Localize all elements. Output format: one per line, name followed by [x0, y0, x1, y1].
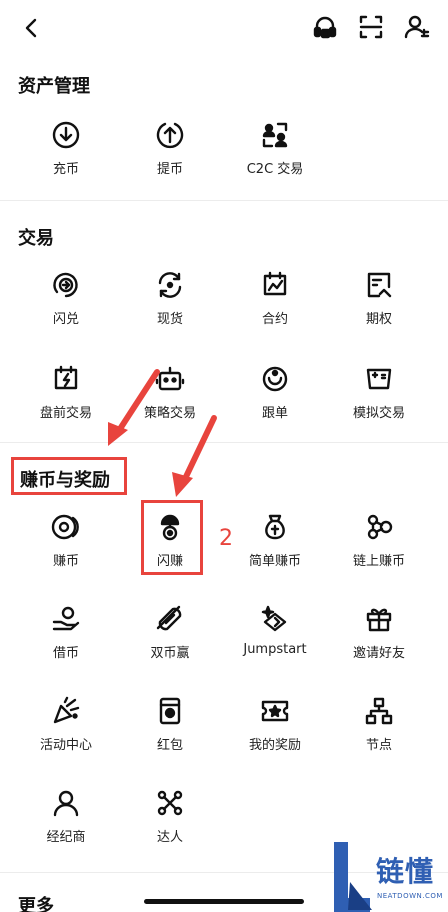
red-packet-icon	[159, 697, 181, 725]
section-title-trade: 交易	[18, 228, 54, 249]
node-icon	[365, 697, 393, 725]
menu-item-futures[interactable]: 合约	[223, 270, 327, 340]
jumpstart-icon	[261, 605, 287, 632]
reward-ticket-icon	[261, 700, 289, 722]
watermark-logo: 链懂 NEATDOWN.COM	[334, 842, 448, 912]
expert-icon	[157, 790, 183, 816]
menu-item-label: 简单赚币	[248, 554, 301, 569]
menu-item-label: 现货	[156, 312, 183, 327]
futures-icon	[263, 271, 287, 296]
menu-item-simple-earn[interactable]: 简单赚币	[223, 512, 327, 582]
premarket-icon	[54, 365, 78, 390]
convert-icon	[53, 272, 78, 298]
highlight-box-flash-earn	[141, 500, 203, 575]
demo-trade-icon	[366, 368, 392, 390]
menu-item-red-packet[interactable]: 红包	[118, 696, 222, 766]
menu-item-label: 跟单	[261, 406, 288, 421]
gift-icon	[366, 608, 392, 632]
menu-item-label: 我的奖励	[248, 738, 301, 753]
menu-item-label: 邀请好友	[352, 646, 405, 661]
menu-item-label: 期权	[365, 312, 392, 327]
c2c-icon	[262, 122, 288, 148]
broker-icon	[53, 790, 79, 817]
options-icon	[367, 272, 392, 298]
simple-earn-icon	[265, 514, 285, 540]
menu-item-convert[interactable]: 闪兑	[14, 270, 118, 340]
menu-item-withdraw[interactable]: 提币	[118, 120, 222, 190]
menu-item-my-rewards[interactable]: 我的奖励	[223, 696, 327, 766]
highlight-box-section	[11, 457, 127, 495]
menu-item-spot[interactable]: 现货	[118, 270, 222, 340]
loan-icon	[52, 606, 80, 631]
menu-item-label: 赚币	[52, 554, 79, 569]
top-bar	[0, 0, 448, 56]
menu-item-demo[interactable]: 模拟交易	[327, 364, 431, 434]
menu-item-label: Jumpstart	[243, 642, 307, 657]
menu-item-label: 双币赢	[150, 646, 190, 661]
copy-trade-icon	[262, 366, 288, 392]
menu-item-label: 闪兑	[52, 312, 79, 327]
scan-icon[interactable]	[358, 14, 384, 40]
menu-item-strategy[interactable]: 策略交易	[118, 364, 222, 434]
menu-item-options[interactable]: 期权	[327, 270, 431, 340]
menu-item-label: 链上赚币	[352, 554, 405, 569]
menu-item-broker[interactable]: 经纪商	[14, 788, 118, 858]
dual-currency-icon	[156, 605, 182, 631]
spot-icon	[158, 272, 182, 298]
menu-item-label: 充币	[52, 162, 79, 177]
menu-item-label: 节点	[365, 738, 392, 753]
menu-item-jumpstart[interactable]: Jumpstart	[223, 604, 327, 674]
party-icon	[53, 696, 80, 724]
menu-item-label: C2C 交易	[246, 162, 304, 177]
back-chevron-icon[interactable]	[18, 14, 46, 42]
earn-icon	[51, 514, 79, 540]
menu-item-node[interactable]: 节点	[327, 696, 431, 766]
menu-item-expert[interactable]: 达人	[118, 788, 222, 858]
top-actions	[312, 14, 430, 40]
menu-item-invite[interactable]: 邀请好友	[327, 604, 431, 674]
menu-item-label: 达人	[156, 830, 183, 845]
menu-item-label: 模拟交易	[352, 406, 405, 421]
deposit-icon	[52, 121, 80, 149]
menu-item-label: 经纪商	[46, 830, 86, 845]
onchain-earn-icon	[367, 514, 393, 540]
headset-support-icon[interactable]	[312, 14, 338, 40]
menu-item-dual-currency[interactable]: 双币赢	[118, 604, 222, 674]
user-settings-icon[interactable]	[404, 14, 430, 40]
withdraw-icon	[156, 122, 184, 149]
bot-icon	[155, 366, 185, 391]
section-divider	[0, 200, 448, 201]
menu-item-copy-trade[interactable]: 跟单	[223, 364, 327, 434]
menu-item-label: 盘前交易	[39, 406, 92, 421]
section-title-more: 更多	[18, 896, 54, 912]
menu-item-label: 借币	[52, 646, 79, 661]
menu-item-deposit[interactable]: 充币	[14, 120, 118, 190]
menu-item-onchain-earn[interactable]: 链上赚币	[327, 512, 431, 582]
watermark-subtext: NEATDOWN.COM	[377, 892, 443, 900]
menu-item-label: 提币	[156, 162, 183, 177]
menu-item-label: 活动中心	[39, 738, 92, 753]
watermark-text: 链懂	[376, 855, 435, 888]
menu-item-events[interactable]: 活动中心	[14, 696, 118, 766]
menu-item-label: 合约	[261, 312, 288, 327]
menu-item-earn[interactable]: 赚币	[14, 512, 118, 582]
section-title-asset-management: 资产管理	[18, 76, 90, 97]
watermark-l-mark	[334, 842, 372, 912]
menu-item-loan[interactable]: 借币	[14, 604, 118, 674]
menu-item-premarket[interactable]: 盘前交易	[14, 364, 118, 434]
home-indicator	[144, 899, 304, 904]
menu-item-label: 红包	[156, 738, 183, 753]
section-divider	[0, 442, 448, 443]
menu-item-label: 策略交易	[143, 406, 196, 421]
menu-item-c2c[interactable]: C2C 交易	[223, 120, 327, 190]
